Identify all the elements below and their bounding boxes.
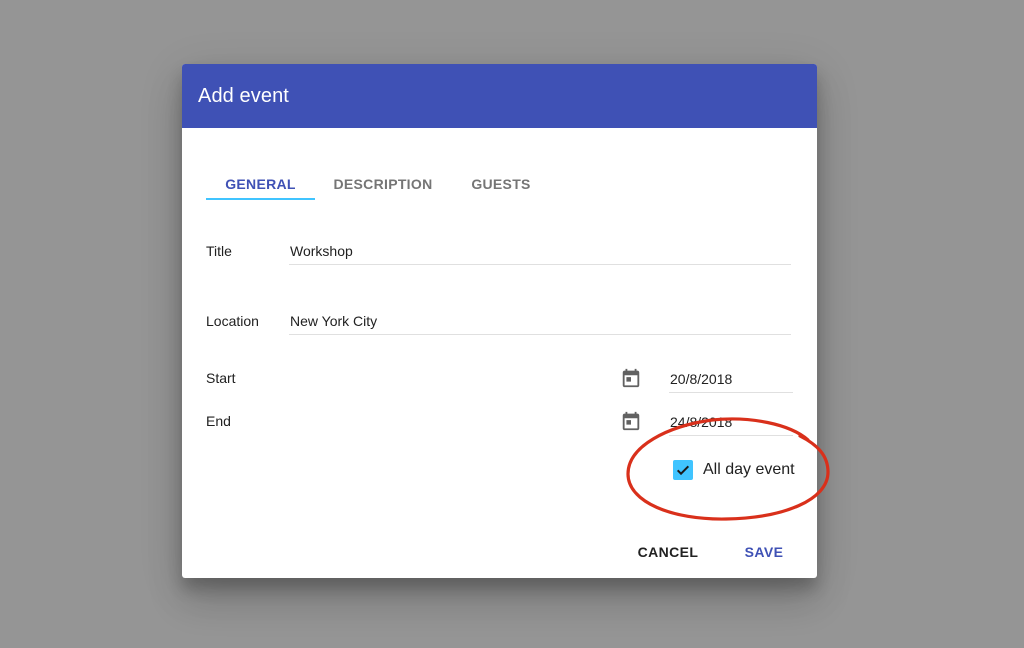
end-calendar-icon[interactable] bbox=[620, 410, 642, 432]
end-date-value: 24/8/2018 bbox=[670, 414, 733, 430]
dialog-title: Add event bbox=[198, 85, 289, 107]
start-date-value: 20/8/2018 bbox=[670, 371, 733, 387]
checkmark-icon bbox=[676, 465, 690, 476]
location-input[interactable]: New York City bbox=[289, 307, 791, 335]
active-tab-indicator bbox=[206, 198, 315, 200]
all-day-checkbox[interactable] bbox=[673, 460, 693, 480]
add-event-dialog: Add event GENERAL DESCRIPTION GUESTS Tit… bbox=[182, 64, 817, 578]
tab-general[interactable]: GENERAL bbox=[206, 166, 315, 202]
tab-description[interactable]: DESCRIPTION bbox=[324, 166, 442, 202]
cancel-button[interactable]: CANCEL bbox=[630, 534, 706, 570]
location-label: Location bbox=[206, 313, 259, 329]
title-input[interactable]: Workshop bbox=[289, 237, 791, 265]
start-label: Start bbox=[206, 370, 236, 386]
dialog-header: Add event bbox=[182, 64, 817, 128]
end-label: End bbox=[206, 413, 231, 429]
start-calendar-icon[interactable] bbox=[620, 367, 642, 389]
all-day-label[interactable]: All day event bbox=[703, 461, 795, 479]
start-date-input[interactable]: 20/8/2018 bbox=[669, 365, 793, 393]
title-input-value: Workshop bbox=[290, 243, 353, 259]
tab-guests[interactable]: GUESTS bbox=[456, 166, 546, 202]
end-date-input[interactable]: 24/8/2018 bbox=[669, 408, 793, 436]
save-button[interactable]: SAVE bbox=[736, 534, 792, 570]
title-label: Title bbox=[206, 243, 232, 259]
location-input-value: New York City bbox=[290, 313, 378, 329]
